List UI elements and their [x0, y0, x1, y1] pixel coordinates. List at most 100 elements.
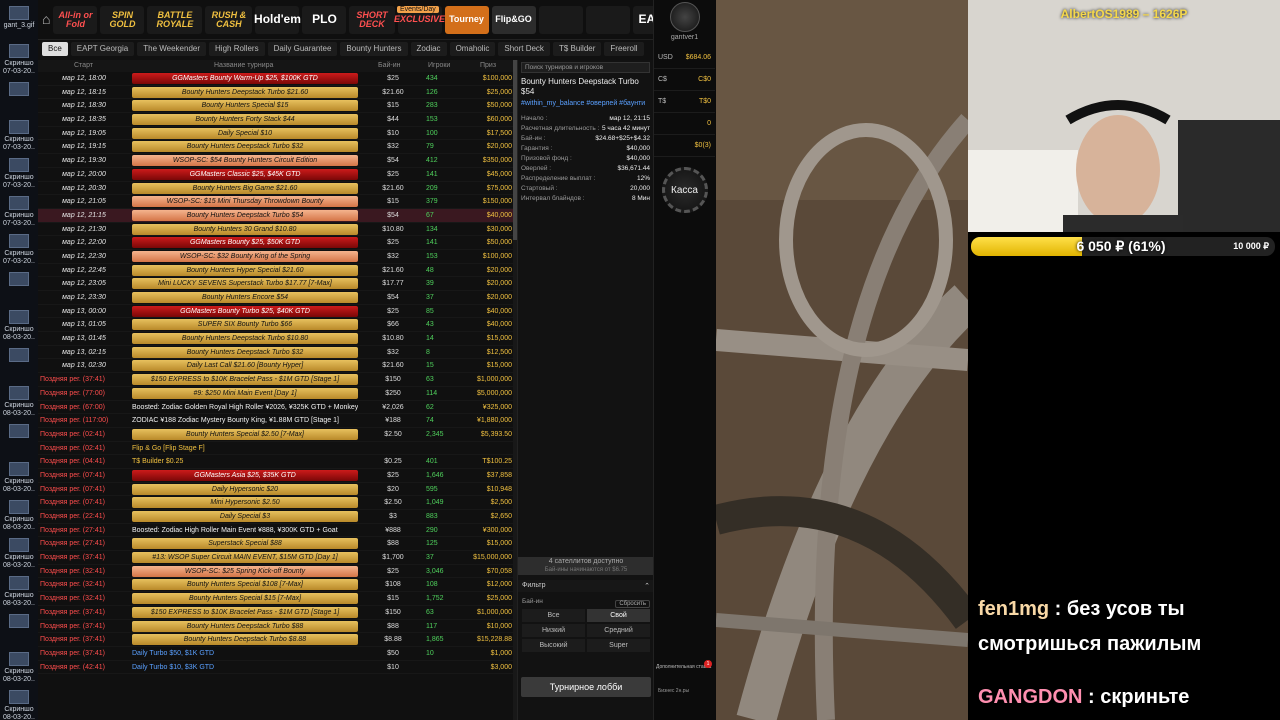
table-row[interactable]: мар 13, 02:15 Bounty Hunters Deepstack Tu… — [38, 346, 513, 360]
header-start[interactable]: Старт — [74, 62, 93, 69]
balance-row[interactable]: C$ C$0 — [654, 69, 715, 91]
table-row[interactable]: мар 13, 01:45 Bounty Hunters Deepstack Tu… — [38, 332, 513, 346]
game-tile[interactable]: PLO — [302, 5, 347, 34]
filter-header[interactable]: Фильтр ⌃ — [518, 580, 654, 592]
table-row[interactable]: Поздняя рег. (07:41) Daily Hypersonic $20… — [38, 483, 513, 497]
table-row[interactable]: Поздняя рег. (04:41) T$ Builder $0.25 $0.2… — [38, 455, 513, 469]
table-row[interactable]: Поздняя рег. (07:41) GGMasters Asia $25, … — [38, 469, 513, 483]
table-row[interactable]: мар 12, 22:30 WSOP-SC: $32 Bounty King of… — [38, 250, 513, 264]
game-tile[interactable]: SPIN GOLD — [100, 5, 145, 34]
game-tile[interactable]: BATTLE ROYALE — [147, 5, 203, 34]
balance-row[interactable]: T$ T$0 — [654, 91, 715, 113]
table-row[interactable]: Поздняя рег. (67:00) Boosted: Zodiac Gold… — [38, 401, 513, 415]
table-row[interactable]: мар 12, 20:30 Bounty Hunters Big Game $21… — [38, 182, 513, 196]
table-row[interactable]: мар 12, 18:15 Bounty Hunters Deepstack Tu… — [38, 86, 513, 100]
table-row[interactable]: мар 12, 22:00 GGMasters Bounty $25, $50K … — [38, 236, 513, 250]
filter-tab[interactable]: T$ Builder — [552, 42, 602, 56]
desktop-icon[interactable]: Скриншо 07-03-20.. — [0, 190, 38, 228]
table-row[interactable]: мар 12, 21:30 Bounty Hunters 30 Grand $10… — [38, 223, 513, 237]
filter-tab[interactable]: Все — [42, 42, 68, 56]
header-prize[interactable]: Приз — [480, 62, 496, 69]
table-row[interactable]: мар 12, 23:30 Bounty Hunters Encore $54 $5… — [38, 291, 513, 305]
game-tile[interactable]: SHORT DECK — [349, 5, 395, 34]
table-row[interactable]: мар 12, 22:45 Bounty Hunters Hyper Specia… — [38, 264, 513, 278]
buyin-option[interactable]: Низкий — [522, 624, 585, 637]
filter-tab[interactable]: Freeroll — [604, 42, 644, 56]
filter-tab[interactable]: EAPT Georgia — [70, 42, 135, 56]
table-row[interactable]: мар 12, 19:05 Daily Special $10 $10 100 $17,… — [38, 127, 513, 141]
desktop-icon[interactable]: Скриншо 08-03-20.. — [0, 570, 38, 608]
table-row[interactable]: мар 12, 23:05 Mini LUCKY SEVENS Superstac… — [38, 277, 513, 291]
table-row[interactable]: мар 12, 18:35 Bounty Hunters Forty Stack … — [38, 113, 513, 127]
table-row[interactable]: Поздняя рег. (22:41) Daily Special $3 $3 88… — [38, 510, 513, 524]
cashier-button[interactable]: Касса — [661, 167, 708, 213]
game-tile[interactable]: Flip&GO — [491, 5, 536, 34]
game-tile[interactable] — [585, 5, 630, 34]
game-tile[interactable]: Hold'em — [254, 5, 301, 34]
desktop-icon[interactable]: Скриншо 08-03-20.. — [0, 380, 38, 418]
table-row[interactable]: мар 13, 02:30 Daily Last Call $21.60 [Bou… — [38, 359, 513, 374]
desktop-icon[interactable]: Скриншо 07-03-20.. — [0, 152, 38, 190]
table-row[interactable]: мар 12, 19:30 WSOP-SC: $54 Bounty Hunters… — [38, 154, 513, 168]
filter-tab[interactable]: High Rollers — [209, 42, 265, 56]
balance-row[interactable]: USD $684.06 — [654, 47, 715, 69]
buyin-option[interactable]: Все — [522, 609, 585, 622]
game-tile[interactable]: Tourney — [444, 5, 489, 34]
table-row[interactable]: Поздняя рег. (37:41) Daily Turbo $50, $1K… — [38, 647, 513, 661]
filter-tab[interactable]: Daily Guarantee — [267, 42, 338, 56]
desktop-icon[interactable] — [0, 76, 38, 114]
desktop-icon[interactable]: Скриншо 07-03-20.. — [0, 114, 38, 152]
header-name[interactable]: Название турнира — [214, 62, 273, 69]
table-row[interactable]: Поздняя рег. (37:41) Bounty Hunters Deeps… — [38, 620, 513, 634]
filter-tab[interactable]: Omaholic — [449, 42, 496, 56]
desktop-icon[interactable]: Скриншо 08-03-20.. — [0, 304, 38, 342]
table-row[interactable]: мар 12, 21:05 WSOP-SC: $15 Mini Thursday … — [38, 195, 513, 209]
filter-tab[interactable]: Short Deck — [498, 42, 550, 56]
table-row[interactable]: Поздняя рег. (32:41) WSOP-SC: $25 Spring … — [38, 565, 513, 579]
search-input[interactable]: Поиск турниров и игроков — [521, 62, 650, 73]
table-row[interactable]: Поздняя рег. (37:41) $150 EXPRESS to $10K… — [38, 606, 513, 620]
desktop-icon[interactable]: Скриншо 08-03-20.. — [0, 646, 38, 684]
balance-row[interactable]: $0(3) — [654, 135, 715, 157]
filter-tab[interactable]: The Weekender — [137, 42, 207, 56]
desktop-icon[interactable]: Скриншо 08-03-20.. — [0, 684, 38, 720]
desktop-icon[interactable]: Скриншо 08-03-20.. — [0, 456, 38, 494]
desktop-icon[interactable] — [0, 266, 38, 304]
filter-tab[interactable]: Zodiac — [410, 42, 447, 56]
desktop-icon[interactable]: gant_3.gif — [0, 0, 38, 38]
table-row[interactable]: Поздняя рег. (42:41) Daily Turbo $10, $3K… — [38, 661, 513, 675]
table-row[interactable]: Поздняя рег. (27:41) Superstack Special $… — [38, 537, 513, 552]
table-row[interactable]: Поздняя рег. (117:00) ZODIAC ¥188 Zodiac … — [38, 414, 513, 428]
table-row[interactable]: Поздняя рег. (37:41) Bounty Hunters Deeps… — [38, 633, 513, 647]
desktop-icon[interactable] — [0, 418, 38, 456]
table-row[interactable]: Поздняя рег. (27:41) Boosted: Zodiac High… — [38, 524, 513, 538]
tournament-lobby-button[interactable]: Турнирное лобби — [521, 677, 651, 697]
table-row[interactable]: мар 12, 21:15 Bounty Hunters Deepstack Tu… — [38, 208, 513, 223]
desktop-icon[interactable]: Скриншо 08-03-20.. — [0, 532, 38, 570]
filter-tab[interactable]: Bounty Hunters — [340, 42, 408, 56]
header-buyin[interactable]: Бай-ин — [378, 62, 401, 69]
table-row[interactable]: Поздняя рег. (02:41) Bounty Hunters Speci… — [38, 428, 513, 442]
header-players[interactable]: Игроки — [428, 62, 450, 69]
buyin-option[interactable]: Свой — [587, 609, 650, 622]
buyin-option[interactable]: Средний — [587, 624, 650, 637]
buyin-option[interactable]: Super — [587, 639, 650, 652]
table-row[interactable]: Поздняя рег. (02:41) Flip & Go [Flip Stag… — [38, 442, 513, 456]
table-row[interactable]: Поздняя рег. (37:41) $150 EXPRESS to $10K… — [38, 373, 513, 387]
game-tile[interactable]: RUSH & CASH — [205, 5, 253, 34]
chevron-up-icon[interactable]: ⌃ — [644, 582, 650, 590]
table-row[interactable]: мар 12, 19:15 Bounty Hunters Deepstack Tu… — [38, 140, 513, 155]
extra-bet-item[interactable]: Дополнительная ставка 1 — [656, 660, 714, 670]
game-tile[interactable]: All-in or Fold — [53, 5, 98, 34]
desktop-icon[interactable]: Скриншо 08-03-20.. — [0, 494, 38, 532]
desktop-icon[interactable]: Скриншо 07-03-20.. — [0, 228, 38, 266]
game-tile[interactable] — [538, 5, 583, 34]
satellites-banner[interactable]: 4 сателлитов доступно Бай-ины начинаются… — [518, 557, 654, 575]
table-row[interactable]: Поздняя рег. (77:00) #9: $250 Mini Main E… — [38, 387, 513, 401]
table-row[interactable]: Поздняя рег. (32:41) Bounty Hunters Speci… — [38, 578, 513, 593]
table-row[interactable]: мар 12, 18:00 GGMasters Bounty Warm-Up $2… — [38, 72, 513, 86]
table-row[interactable]: мар 13, 00:00 GGMasters Bounty Turbo $25,… — [38, 305, 513, 319]
reset-button[interactable]: Сбросить — [615, 600, 650, 608]
table-row[interactable]: Поздняя рег. (32:41) Bounty Hunters Speci… — [38, 592, 513, 606]
home-icon[interactable]: ⌂ — [42, 11, 50, 29]
